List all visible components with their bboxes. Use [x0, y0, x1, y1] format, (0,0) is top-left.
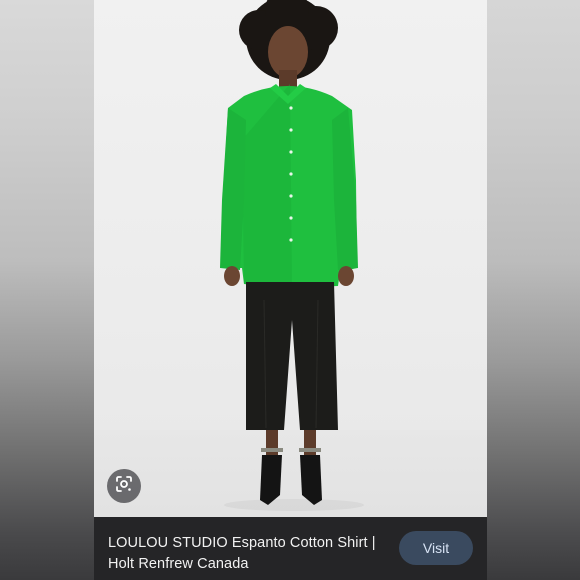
- product-photo[interactable]: [94, 0, 487, 517]
- lens-search-icon: [115, 475, 133, 498]
- caption-bar: LOULOU STUDIO Espanto Cotton Shirt | Hol…: [94, 517, 487, 580]
- visit-button[interactable]: Visit: [399, 531, 473, 565]
- blurred-backdrop-right: [487, 0, 580, 580]
- image-viewer: LOULOU STUDIO Espanto Cotton Shirt | Hol…: [0, 0, 580, 580]
- blurred-backdrop-left: [0, 0, 94, 580]
- lens-search-button[interactable]: [107, 469, 141, 503]
- product-title[interactable]: LOULOU STUDIO Espanto Cotton Shirt | Hol…: [108, 533, 378, 575]
